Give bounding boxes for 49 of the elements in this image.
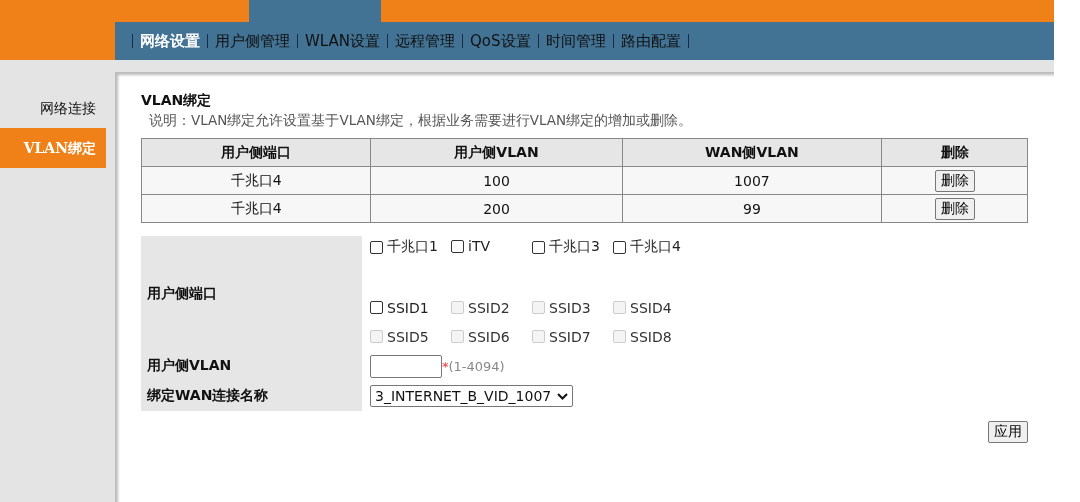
description-text: 说明：VLAN绑定允许设置基于VLAN绑定，根据业务需要进行VLAN绑定的增加或删除。 [149, 112, 694, 130]
nav-tab[interactable]: WLAN设置 [305, 31, 380, 51]
wan-select[interactable]: 3_INTERNET_B_VID_1007 [370, 385, 574, 407]
checkbox-label: SSID4 [630, 299, 672, 316]
checkbox[interactable] [532, 240, 545, 254]
table-cell: 千兆口4 [141, 166, 371, 195]
checkbox[interactable] [370, 240, 383, 254]
chevron-down-icon [557, 392, 569, 400]
checkbox-label: SSID3 [549, 299, 591, 316]
table-cell: 99 [622, 194, 882, 223]
column-header: WAN侧VLAN [622, 138, 882, 167]
column-header: 用户侧VLAN [370, 138, 623, 167]
table-cell: 千兆口4 [141, 194, 371, 223]
column-header: 用户侧端口 [141, 138, 371, 167]
nav-tab[interactable]: QoS设置 [470, 31, 531, 51]
table-cell: 100 [370, 166, 623, 195]
checkbox-label: SSID1 [387, 299, 429, 316]
nav-tab[interactable]: 网络设置 [140, 31, 200, 51]
delete-button[interactable]: 删除 [934, 197, 975, 220]
checkbox-label: SSID5 [387, 328, 429, 345]
sidebar-item[interactable]: 网络连接 [0, 88, 106, 128]
delete-button[interactable]: 删除 [934, 169, 975, 192]
nav-tab[interactable]: 路由配置 [620, 31, 681, 51]
range-hint: (1-4094) [448, 358, 505, 374]
checkbox-label: 千兆口3 [549, 238, 600, 256]
checkbox[interactable] [451, 239, 464, 253]
field-label: 绑定WAN连接名称 [147, 387, 269, 405]
table-cell: 1007 [622, 166, 882, 195]
nav-tab[interactable]: 时间管理 [545, 31, 606, 51]
checkbox-label: SSID2 [468, 299, 510, 316]
checkbox-label: 千兆口1 [387, 238, 438, 256]
required-mark: * [442, 358, 449, 374]
sidebar-item[interactable]: VLAN绑定 [0, 128, 106, 168]
checkbox-label: SSID6 [468, 328, 510, 345]
column-header: 删除 [881, 138, 1028, 167]
nav-tab[interactable]: 用户侧管理 [215, 31, 290, 51]
checkbox-label: SSID7 [549, 328, 591, 345]
nav-tab[interactable]: 远程管理 [395, 31, 455, 51]
field-label: 用户侧端口 [147, 284, 217, 303]
checkbox-label: iTV [468, 238, 491, 254]
apply-button[interactable]: 应用 [988, 421, 1028, 443]
field-label: 用户侧VLAN [147, 357, 232, 375]
checkbox[interactable] [613, 240, 626, 254]
table-cell: 200 [370, 194, 623, 223]
checkbox-label: SSID8 [630, 328, 672, 345]
section-title: VLAN绑定 [141, 92, 213, 110]
checkbox-label: 千兆口4 [630, 238, 681, 256]
checkbox[interactable] [370, 301, 383, 314]
vlan-input[interactable] [370, 354, 442, 378]
